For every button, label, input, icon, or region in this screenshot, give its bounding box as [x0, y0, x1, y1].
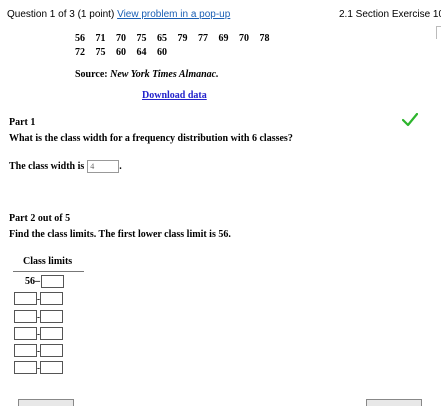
class-row-1: 56–	[14, 275, 64, 288]
part2-question: Find the class limits. The first lower c…	[9, 229, 231, 240]
lower-limit-input-2[interactable]	[14, 292, 37, 305]
source-label: Source:	[75, 69, 108, 80]
answer-suffix: .	[119, 161, 122, 172]
upper-limit-input-4[interactable]	[40, 327, 63, 340]
upper-limit-input-3[interactable]	[40, 310, 63, 323]
upper-limit-input-1[interactable]	[41, 275, 64, 288]
part2-title: Part 2 out of 5	[9, 213, 71, 224]
question-info: Question 1 of 3 (1 point) View problem i…	[7, 9, 230, 20]
upper-limit-input-6[interactable]	[40, 361, 63, 374]
lower-limit-input-5[interactable]	[14, 344, 37, 357]
source-name: New York Times Almanac.	[110, 69, 219, 80]
lower-limit-input-3[interactable]	[14, 310, 37, 323]
answer-prefix: The class width is	[9, 161, 85, 172]
class-row-6: -	[14, 361, 63, 374]
class-width-input[interactable]: 4	[87, 160, 120, 173]
first-lower-limit: 56–	[25, 276, 40, 287]
top-bar: Question 1 of 3 (1 point) View problem i…	[0, 0, 441, 26]
class-row-3: -	[14, 310, 63, 323]
upper-limit-input-2[interactable]	[40, 292, 63, 305]
class-row-5: -	[14, 344, 63, 357]
class-limits-header: Class limits	[23, 256, 73, 267]
scroll-edge	[436, 26, 441, 39]
question-info-text: Question 1 of 3 (1 point)	[7, 9, 115, 20]
part1-title: Part 1	[9, 117, 36, 128]
data-row-2: 72 75 60 64 60	[75, 47, 167, 58]
upper-limit-input-5[interactable]	[40, 344, 63, 357]
section-title: 2.1 Section Exercise 10	[339, 9, 441, 20]
correct-check-icon	[401, 112, 419, 132]
part1-question: What is the class width for a frequency …	[9, 133, 293, 144]
lower-limit-input-4[interactable]	[14, 327, 37, 340]
popup-link[interactable]: View problem in a pop-up	[117, 9, 230, 20]
data-row-1: 56 71 70 75 65 79 77 69 70 78	[75, 33, 270, 44]
answer-line: The class width is 4 .	[9, 160, 122, 173]
class-row-4: -	[14, 327, 63, 340]
header-divider	[13, 271, 84, 272]
download-data-link[interactable]: Download data	[142, 90, 207, 101]
lower-limit-input-6[interactable]	[14, 361, 37, 374]
source-line: Source: New York Times Almanac.	[75, 69, 219, 80]
class-row-2: -	[14, 292, 63, 305]
